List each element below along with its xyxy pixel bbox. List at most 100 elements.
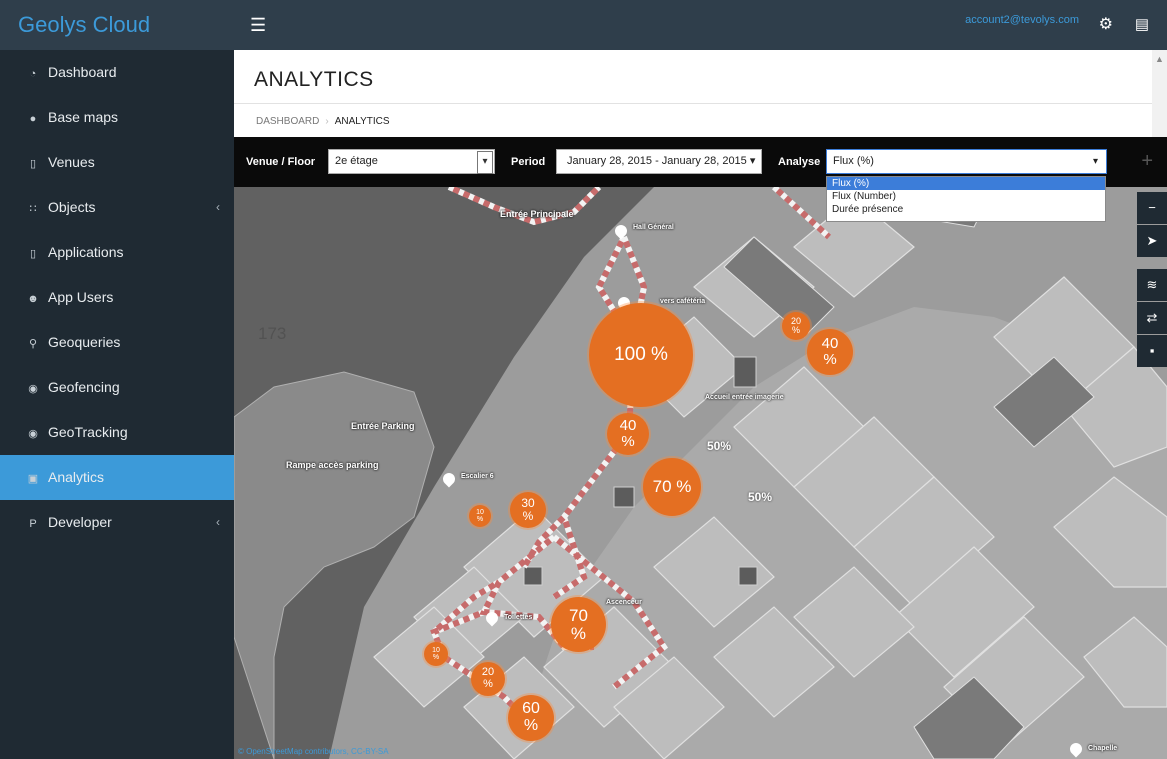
- analyse-option[interactable]: Flux (%): [827, 177, 1105, 190]
- flow-bubble[interactable]: 30 %: [510, 492, 546, 528]
- breadcrumb-dashboard[interactable]: DASHBOARD: [256, 116, 319, 127]
- venue-floor-select[interactable]: 2e étage ▾: [328, 149, 495, 174]
- sidebar-item-label: Geoqueries: [48, 334, 121, 350]
- breadcrumb-current: ANALYTICS: [334, 116, 390, 127]
- sidebar-item-label: Objects: [48, 199, 96, 215]
- eye-icon: ◉: [28, 428, 38, 440]
- sidebar-item-label: Base maps: [48, 109, 119, 125]
- map-percent-label: 50%: [707, 439, 732, 453]
- floor-plan-map: [234, 187, 1167, 759]
- map-label-ascenceur: Ascenceur: [606, 599, 642, 606]
- map-label-chapelle: Chapelle: [1088, 745, 1118, 752]
- analyse-option[interactable]: Flux (Number): [827, 190, 1105, 203]
- sidebar-item-base-maps[interactable]: ● Base maps: [0, 95, 234, 140]
- chevron-left-icon: ‹: [216, 515, 220, 529]
- sidebar-item-venues[interactable]: ▯ Venues: [0, 140, 234, 185]
- chevron-down-icon[interactable]: ▾: [477, 151, 493, 174]
- sidebar-item-label: Venues: [48, 154, 95, 170]
- map-attribution[interactable]: © OpenStreetMap contributors, CC-BY-SA: [238, 747, 389, 756]
- period-label: Period: [511, 156, 546, 168]
- sidebar-item-geoqueries[interactable]: ⚲ Geoqueries: [0, 320, 234, 365]
- layers-icon[interactable]: ≋: [1137, 269, 1167, 301]
- map-percent-label: 50%: [748, 490, 773, 504]
- brand-logo[interactable]: Geolys Cloud: [0, 0, 234, 50]
- locate-icon[interactable]: ➤: [1137, 225, 1167, 257]
- target-icon: ◉: [28, 383, 38, 395]
- map-label-accueil: Accueil entrée imagerie: [705, 394, 784, 401]
- panel-toggle-icon[interactable]: ▤: [1135, 15, 1149, 33]
- page-scrollbar[interactable]: ▲: [1152, 50, 1167, 137]
- flow-bubble[interactable]: 70 %: [643, 458, 701, 516]
- sidebar-item-label: Dashboard: [48, 64, 117, 80]
- analyse-option[interactable]: Durée présence: [827, 203, 1105, 216]
- sidebar-item-app-users[interactable]: ☻ App Users: [0, 275, 234, 320]
- period-value: January 28, 2015 - January 28, 2015: [567, 155, 747, 167]
- users-icon: ☻: [27, 293, 39, 305]
- sidebar-item-label: Analytics: [48, 469, 105, 485]
- sidebar-item-applications[interactable]: ▯ Applications: [0, 230, 234, 275]
- flow-bubble[interactable]: 100 %: [589, 303, 693, 407]
- map-label-vers-cafeteria: vers cafétéria: [660, 298, 706, 305]
- sidebar-item-developer[interactable]: P Developer ‹: [0, 500, 234, 545]
- scroll-up-icon[interactable]: ▲: [1155, 54, 1164, 64]
- page-title: ANALYTICS: [254, 68, 374, 91]
- sidebar-item-analytics[interactable]: ▣ Analytics: [0, 455, 234, 500]
- map-label-entree-principale: Entrée Principale: [500, 209, 574, 219]
- top-bar: ☰ account2@tevolys.com ⚙ ▤: [234, 0, 1167, 50]
- flow-bubble[interactable]: 20 %: [782, 312, 810, 340]
- route-icon[interactable]: ⇄: [1137, 302, 1167, 334]
- breadcrumb-separator: ›: [325, 116, 329, 127]
- map-label-escalier: Escalier 6: [461, 473, 494, 480]
- analyse-dropdown-menu: Flux (%) Flux (Number) Durée présence: [826, 176, 1106, 222]
- flow-bubble[interactable]: 20 %: [471, 662, 505, 696]
- sidebar-nav: ◔ Dashboard ● Base maps ▯ Venues ∷ Objects ‹ ▯ App…: [0, 50, 234, 545]
- map-label-rampe: Rampe accès parking: [286, 460, 379, 470]
- sidebar-item-label: GeoTracking: [48, 424, 128, 440]
- zoom-out-button[interactable]: −: [1137, 192, 1167, 224]
- caret-down-icon: ▾: [746, 155, 756, 167]
- sidebar-item-geotracking[interactable]: ◉ GeoTracking: [0, 410, 234, 455]
- chevron-left-icon: ‹: [216, 200, 220, 214]
- venue-floor-label: Venue / Floor: [246, 156, 316, 168]
- flow-bubble[interactable]: 10 %: [469, 505, 491, 527]
- caret-down-icon: ▾: [1092, 156, 1098, 167]
- map-label-hall-general: Hall Général: [633, 224, 674, 231]
- sidebar-item-label: App Users: [48, 289, 114, 305]
- gear-icon[interactable]: ⚙: [1099, 14, 1113, 34]
- analyse-label: Analyse: [778, 156, 821, 168]
- code-icon: P: [29, 518, 37, 530]
- plus-icon[interactable]: +: [1141, 150, 1153, 173]
- sidebar-item-label: Developer: [48, 514, 112, 530]
- signal-icon: ∷: [29, 203, 37, 215]
- building-icon: ▯: [29, 158, 37, 170]
- breadcrumb: DASHBOARD › ANALYTICS: [234, 103, 1152, 138]
- globe-icon: ●: [29, 113, 37, 125]
- analyse-select[interactable]: Flux (%) ▾: [826, 149, 1107, 174]
- mobile-icon: ▯: [29, 248, 37, 260]
- sidebar-item-dashboard[interactable]: ◔ Dashboard: [0, 50, 234, 95]
- hamburger-menu-icon[interactable]: ☰: [250, 16, 266, 34]
- sidebar-item-objects[interactable]: ∷ Objects ‹: [0, 185, 234, 230]
- dashboard-icon: ◔: [29, 68, 37, 80]
- sidebar: Geolys Cloud ◔ Dashboard ● Base maps ▯ Venues…: [0, 0, 234, 759]
- chart-icon: ▣: [27, 473, 39, 485]
- room-number-label: 173: [258, 324, 287, 343]
- map-view[interactable]: 173 Entrée Principale Hall Général vers …: [234, 187, 1167, 759]
- account-email[interactable]: account2@tevolys.com: [965, 14, 1079, 26]
- flow-bubble[interactable]: 10 %: [424, 642, 448, 666]
- page-header: ANALYTICS: [234, 50, 1152, 103]
- flow-bubble[interactable]: 70 %: [551, 597, 606, 652]
- flow-bubble[interactable]: 40 %: [607, 413, 649, 455]
- analyse-value: Flux (%): [833, 155, 874, 167]
- venue-floor-value: 2e étage: [335, 155, 378, 167]
- sidebar-item-label: Applications: [48, 244, 124, 260]
- map-label-entree-parking: Entrée Parking: [351, 421, 415, 431]
- sidebar-item-geofencing[interactable]: ◉ Geofencing: [0, 365, 234, 410]
- search-icon: ⚲: [28, 338, 38, 350]
- sidebar-item-label: Geofencing: [48, 379, 120, 395]
- period-picker[interactable]: January 28, 2015 - January 28, 2015 ▾: [556, 149, 762, 174]
- map-label-toilettes: Toilettes: [504, 614, 533, 621]
- flow-bubble[interactable]: 40 %: [807, 329, 853, 375]
- save-map-icon[interactable]: ▪: [1137, 335, 1167, 367]
- flow-bubble[interactable]: 60 %: [508, 695, 554, 741]
